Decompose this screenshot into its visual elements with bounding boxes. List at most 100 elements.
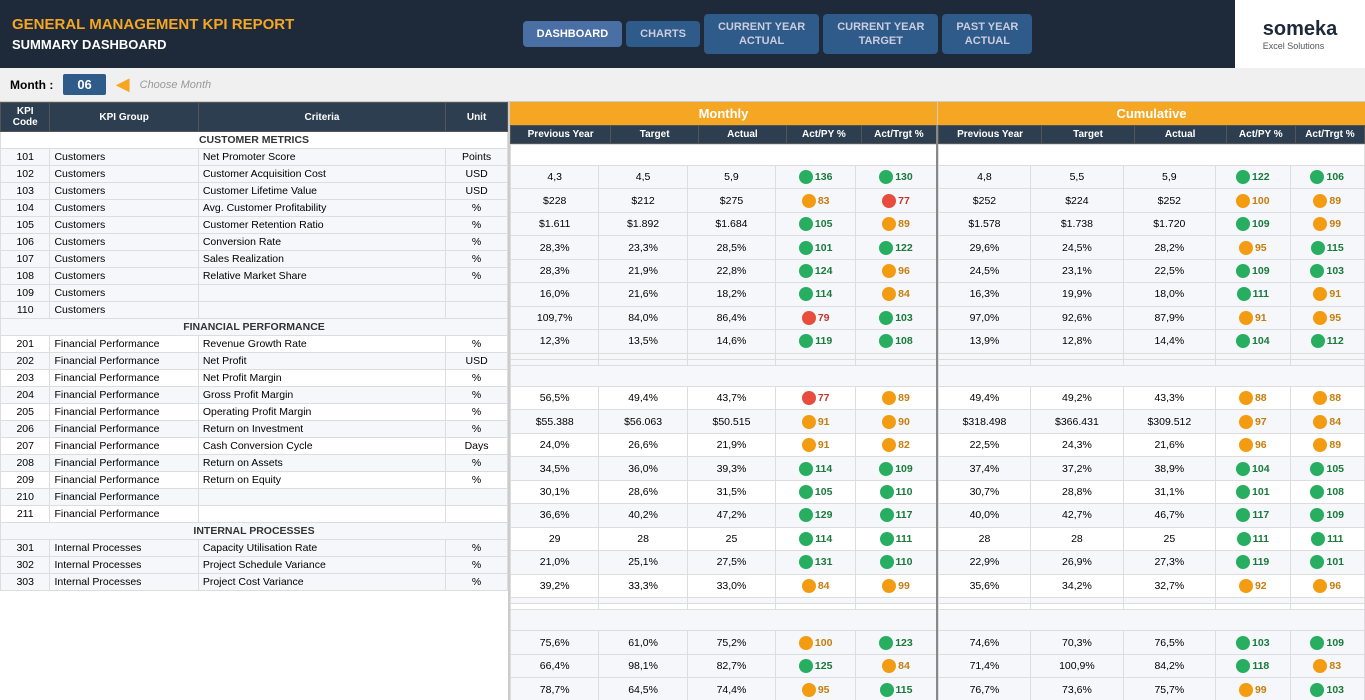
kpi-criteria: Cash Conversion Cycle xyxy=(198,438,445,455)
kpi-criteria: Sales Realization xyxy=(198,251,445,268)
kpi-unit: USD xyxy=(446,353,508,370)
monthly-header-table: Previous Year Target Actual Act/PY % Act… xyxy=(510,125,938,144)
cumulative-act-py-val: 111 xyxy=(1253,533,1269,545)
monthly-act-py: 91 xyxy=(776,433,856,456)
monthly-act-py-val: 95 xyxy=(818,683,830,695)
monthly-prev-year: 29 xyxy=(511,527,599,550)
monthly-actual: $1.684 xyxy=(687,212,775,235)
cumulative-act-py-dot xyxy=(1236,170,1250,184)
kpi-code: 102 xyxy=(1,166,50,183)
cumulative-prev-year: 97,0% xyxy=(938,306,1030,329)
monthly-prev-year: 34,5% xyxy=(511,457,599,480)
cumulative-act-trgt: 99 xyxy=(1290,212,1364,235)
section-header-label: FINANCIAL PERFORMANCE xyxy=(1,319,508,336)
monthly-act-trgt-dot xyxy=(879,241,893,255)
monthly-target: $212 xyxy=(599,189,687,212)
monthly-act-trgt: 111 xyxy=(856,527,937,550)
nav-btn-charts[interactable]: CHARTS xyxy=(626,21,700,47)
monthly-actual: 21,9% xyxy=(687,433,775,456)
monthly-act-trgt: 82 xyxy=(856,433,937,456)
cumulative-act-trgt-val: 115 xyxy=(1327,241,1344,253)
monthly-act-trgt-dot xyxy=(882,415,896,429)
cumulative-act-trgt: 106 xyxy=(1290,165,1364,188)
monthly-act-trgt: 110 xyxy=(856,480,937,503)
monthly-prev-year: 75,6% xyxy=(511,631,599,654)
table-row: 105 Customers Customer Retention Ratio % xyxy=(1,217,508,234)
nav-btn-dashboard[interactable]: DASHBOARD xyxy=(523,21,623,47)
kpi-code: 206 xyxy=(1,421,50,438)
cumulative-row: 40,0% 42,7% 46,7% 117 109 xyxy=(938,504,1364,527)
nav-btn-past-year-actual[interactable]: PAST YEARACTUAL xyxy=(942,14,1032,55)
monthly-act-py-val: 101 xyxy=(815,241,833,253)
monthly-act-py-val: 91 xyxy=(818,439,830,451)
monthly-act-py-dot xyxy=(802,683,816,697)
col-header-unit: Unit xyxy=(446,103,508,132)
monthly-actual: $50.515 xyxy=(687,410,775,433)
cumulative-target: $1.738 xyxy=(1031,212,1123,235)
monthly-act-trgt-dot xyxy=(880,532,894,546)
monthly-target: 25,1% xyxy=(599,551,687,574)
nav-btn-current-year-target[interactable]: CURRENT YEARTARGET xyxy=(823,14,938,55)
cumulative-act-py: 118 xyxy=(1216,654,1290,677)
monthly-act-py-dot xyxy=(799,485,813,499)
cumulative-act-py-val: 96 xyxy=(1255,439,1267,451)
kpi-code: 201 xyxy=(1,336,50,353)
monthly-act-py: 100 xyxy=(776,631,856,654)
monthly-prev-year: $55.388 xyxy=(511,410,599,433)
kpi-code: 203 xyxy=(1,370,50,387)
cumulative-act-py-dot xyxy=(1236,462,1250,476)
cumulative-act-py-dot xyxy=(1237,287,1251,301)
monthly-act-py: 105 xyxy=(776,480,856,503)
monthly-prev-year: $1.611 xyxy=(511,212,599,235)
kpi-criteria: Gross Profit Margin xyxy=(198,387,445,404)
cumulative-prev-year: 22,5% xyxy=(938,433,1030,456)
kpi-criteria: Return on Equity xyxy=(198,472,445,489)
kpi-criteria xyxy=(198,489,445,506)
monthly-act-py: 124 xyxy=(776,259,856,282)
cumulative-target: 92,6% xyxy=(1031,306,1123,329)
cumulative-row: $252 $224 $252 100 89 xyxy=(938,189,1364,212)
monthly-act-py-val: 114 xyxy=(815,462,832,474)
monthly-act-trgt-val: 123 xyxy=(895,636,913,648)
cumulative-actual: 76,5% xyxy=(1123,631,1215,654)
monthly-actual: 22,8% xyxy=(687,259,775,282)
cumulative-act-trgt: 105 xyxy=(1290,457,1364,480)
col-header-criteria: Criteria xyxy=(198,103,445,132)
monthly-prev-year: $228 xyxy=(511,189,599,212)
monthly-prev-year: 28,3% xyxy=(511,236,599,259)
table-row: 104 Customers Avg. Customer Profitabilit… xyxy=(1,200,508,217)
left-table-body: CUSTOMER METRICS 101 Customers Net Promo… xyxy=(1,132,508,591)
month-value[interactable]: 06 xyxy=(63,74,105,95)
cumulative-act-py: 111 xyxy=(1216,527,1290,550)
monthly-act-py-dot xyxy=(799,555,813,569)
monthly-prev-year: 30,1% xyxy=(511,480,599,503)
kpi-unit: % xyxy=(446,404,508,421)
cumulative-row: 74,6% 70,3% 76,5% 103 109 xyxy=(938,631,1364,654)
table-row: 107 Customers Sales Realization % xyxy=(1,251,508,268)
cumulative-act-trgt-dot xyxy=(1310,555,1324,569)
monthly-act-py-dot xyxy=(799,264,813,278)
cumulative-prev-year: 4,8 xyxy=(938,165,1030,188)
nav-btn-current-year-actual[interactable]: CURRENT YEARACTUAL xyxy=(704,14,819,55)
cumulative-act-py-val: 119 xyxy=(1252,556,1269,568)
monthly-act-trgt-val: 109 xyxy=(895,462,913,474)
kpi-code: 207 xyxy=(1,438,50,455)
cumulative-prev-year: $318.498 xyxy=(938,410,1030,433)
cumulative-act-py-val: 92 xyxy=(1255,580,1267,592)
monthly-act-trgt: 84 xyxy=(856,283,937,306)
cumulative-act-trgt-dot xyxy=(1311,532,1325,546)
kpi-criteria: Capacity Utilisation Rate xyxy=(198,540,445,557)
main-content: KPI Code KPI Group Criteria Unit CUSTOME… xyxy=(0,102,1365,700)
monthly-actual: 39,3% xyxy=(687,457,775,480)
section-header-label: INTERNAL PROCESSES xyxy=(1,523,508,540)
monthly-prev-year: 28,3% xyxy=(511,259,599,282)
monthly-data-table: 4,3 4,5 5,9 136 130 $228 $212 $275 83 77… xyxy=(510,144,938,700)
section-header-cumulative xyxy=(938,145,1364,166)
monthly-act-trgt-dot xyxy=(882,194,896,208)
section-header-row: FINANCIAL PERFORMANCE xyxy=(1,319,508,336)
monthly-act-py: 129 xyxy=(776,504,856,527)
monthly-act-py-dot xyxy=(799,462,813,476)
monthly-act-trgt-dot xyxy=(880,508,894,522)
cumulative-act-trgt: 109 xyxy=(1290,504,1364,527)
kpi-criteria: Customer Acquisition Cost xyxy=(198,166,445,183)
